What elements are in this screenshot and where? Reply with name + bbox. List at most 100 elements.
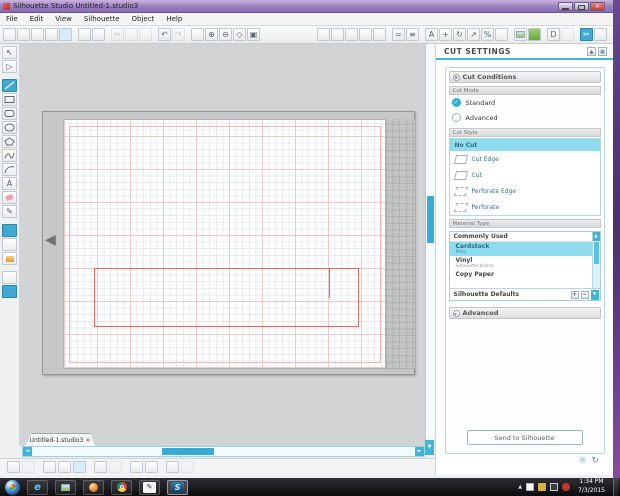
undo-icon[interactable]: ↶ <box>158 28 171 41</box>
cutter-icon[interactable] <box>92 28 105 41</box>
rectangle-tool-icon[interactable] <box>2 93 17 106</box>
zoom-out-icon[interactable]: ⊖ <box>219 28 232 41</box>
maximize-button[interactable] <box>574 1 589 11</box>
page-tool-icon[interactable] <box>2 271 17 284</box>
options-gear-icon[interactable] <box>181 461 194 473</box>
design-canvas[interactable]: ◀ <box>20 44 434 446</box>
menu-silhouette[interactable]: Silhouette <box>78 15 126 23</box>
effects-tool-icon[interactable] <box>2 252 17 265</box>
material-group-header[interactable]: Commonly Used <box>449 232 592 242</box>
advanced-radio[interactable] <box>451 113 461 122</box>
tray-flag-icon[interactable] <box>526 483 535 491</box>
select-tool-icon[interactable]: ↖ <box>2 46 17 59</box>
paste-icon[interactable] <box>139 28 152 41</box>
material-copy-paper-row[interactable]: Copy Paper <box>450 270 600 279</box>
tray-hidden-icons-arrow[interactable]: ▲ <box>518 484 522 490</box>
drawn-rectangle-shape[interactable] <box>94 268 359 327</box>
polygon-tool-icon[interactable] <box>2 135 17 148</box>
tray-folder-icon[interactable] <box>538 483 547 491</box>
taskbar-clock[interactable]: 1:34 PM 7/3/2015 <box>574 478 609 495</box>
transform-move-icon[interactable]: + <box>439 28 452 41</box>
library-icon[interactable]: D <box>547 28 560 41</box>
style-cut-row[interactable]: Cut <box>450 167 600 183</box>
curve-tool-icon[interactable] <box>2 149 17 162</box>
start-button[interactable] <box>5 479 20 495</box>
cut-settings-icon[interactable]: ✂ <box>580 28 593 41</box>
media-icon[interactable] <box>528 28 541 41</box>
text-tool-icon[interactable]: A <box>2 177 17 190</box>
material-defaults-row[interactable]: Silhouette Defaults + − ▼ <box>449 288 600 300</box>
scale-percent-icon[interactable]: % <box>481 28 494 41</box>
horizontal-scrollbar[interactable]: ◄ ► <box>22 446 425 457</box>
grid-tool-icon[interactable] <box>2 285 17 298</box>
line-color-tool-icon[interactable] <box>2 238 17 251</box>
preferences-gear-icon[interactable]: ☼ <box>578 456 586 466</box>
taskbar-chrome-icon[interactable] <box>111 479 132 495</box>
scroll-down-corner-icon[interactable]: ▼ <box>425 440 434 455</box>
rotate-icon[interactable]: ↻ <box>453 28 466 41</box>
style-no-cut-row[interactable]: No Cut <box>449 139 600 151</box>
save-to-library-icon[interactable] <box>59 28 72 41</box>
open-folder-icon[interactable] <box>17 28 30 41</box>
ellipse-tool-icon[interactable] <box>2 121 17 134</box>
cut-conditions-expand-icon[interactable]: ▼ <box>452 73 460 81</box>
flip-vertical-icon[interactable] <box>145 461 158 473</box>
arc-tool-icon[interactable] <box>2 163 17 176</box>
delete-icon[interactable] <box>109 461 122 473</box>
store-window-icon[interactable] <box>561 28 574 41</box>
shear-icon[interactable] <box>166 461 179 473</box>
style-cut-edge-row[interactable]: Cut Edge <box>450 151 600 167</box>
scroll-right-icon[interactable]: ► <box>415 447 424 456</box>
style-perforate-row[interactable]: Perforate <box>450 199 600 215</box>
cut-scissors-icon[interactable]: ✂ <box>111 28 124 41</box>
standard-radio[interactable]: ✓ <box>451 98 461 107</box>
text-style-icon[interactable]: A <box>425 28 438 41</box>
menu-object[interactable]: Object <box>126 15 161 23</box>
scale-icon[interactable]: ↗ <box>467 28 480 41</box>
taskbar-photos-icon[interactable] <box>55 479 76 495</box>
weld-icon[interactable] <box>22 461 35 473</box>
advanced-section-bar[interactable]: ► Advanced <box>448 307 601 319</box>
pixscan-icon[interactable] <box>317 28 330 41</box>
panel-pin-icon[interactable]: ▦ <box>598 47 607 56</box>
show-desktop-button[interactable] <box>613 478 618 496</box>
add-material-icon[interactable]: + <box>570 290 579 299</box>
menu-file[interactable]: File <box>0 15 24 23</box>
menu-edit[interactable]: Edit <box>24 15 50 23</box>
menu-view[interactable]: View <box>49 15 78 23</box>
page-settings-icon[interactable] <box>373 28 386 41</box>
fill-style-icon[interactable]: ≡ <box>406 28 419 41</box>
taskbar-silhouette-studio-icon[interactable]: S <box>167 479 188 495</box>
remove-material-icon[interactable]: − <box>580 290 589 299</box>
material-scroll-down-icon[interactable]: ▼ <box>590 289 599 300</box>
style-perforate-edge-row[interactable]: Perforate Edge <box>450 183 600 199</box>
line-tool-icon[interactable] <box>2 79 17 92</box>
design-page[interactable] <box>63 119 386 369</box>
minimize-button[interactable] <box>558 1 573 11</box>
modify-icon[interactable] <box>495 28 508 41</box>
trace-select-icon[interactable] <box>73 461 86 473</box>
duplicate-icon[interactable] <box>58 461 71 473</box>
replicate-icon[interactable] <box>94 461 107 473</box>
taskbar-media-icon[interactable] <box>83 479 104 495</box>
redo-icon[interactable]: ↷ <box>172 28 185 41</box>
advanced-expand-icon[interactable]: ► <box>452 309 460 317</box>
new-document-icon[interactable] <box>3 28 16 41</box>
document-tab[interactable]: Untitled-1.studio3 ✕ <box>25 433 95 446</box>
vertical-scrollbar[interactable] <box>425 44 434 446</box>
material-vinyl-row[interactable]: Vinyl Silhouette brand <box>450 256 600 270</box>
taskbar-ie-icon[interactable]: e <box>27 479 48 495</box>
offset-icon[interactable] <box>43 461 56 473</box>
cut-mode-advanced-option[interactable]: Advanced <box>449 110 601 125</box>
line-style-icon[interactable]: = <box>392 28 405 41</box>
horizontal-scrollbar-thumb[interactable] <box>162 448 214 455</box>
fit-to-page-icon[interactable]: ▣ <box>247 28 260 41</box>
sync-icon[interactable]: ↻ <box>591 456 599 466</box>
tray-audio-icon[interactable] <box>562 483 571 491</box>
trace-area-icon[interactable] <box>345 28 358 41</box>
zoom-in-icon[interactable]: ⊕ <box>205 28 218 41</box>
pan-hand-icon[interactable] <box>191 28 204 41</box>
flip-horizontal-icon[interactable] <box>130 461 143 473</box>
cut-conditions-bar[interactable]: ▼ Cut Conditions <box>448 71 601 83</box>
zoom-selection-icon[interactable]: ◇ <box>233 28 246 41</box>
